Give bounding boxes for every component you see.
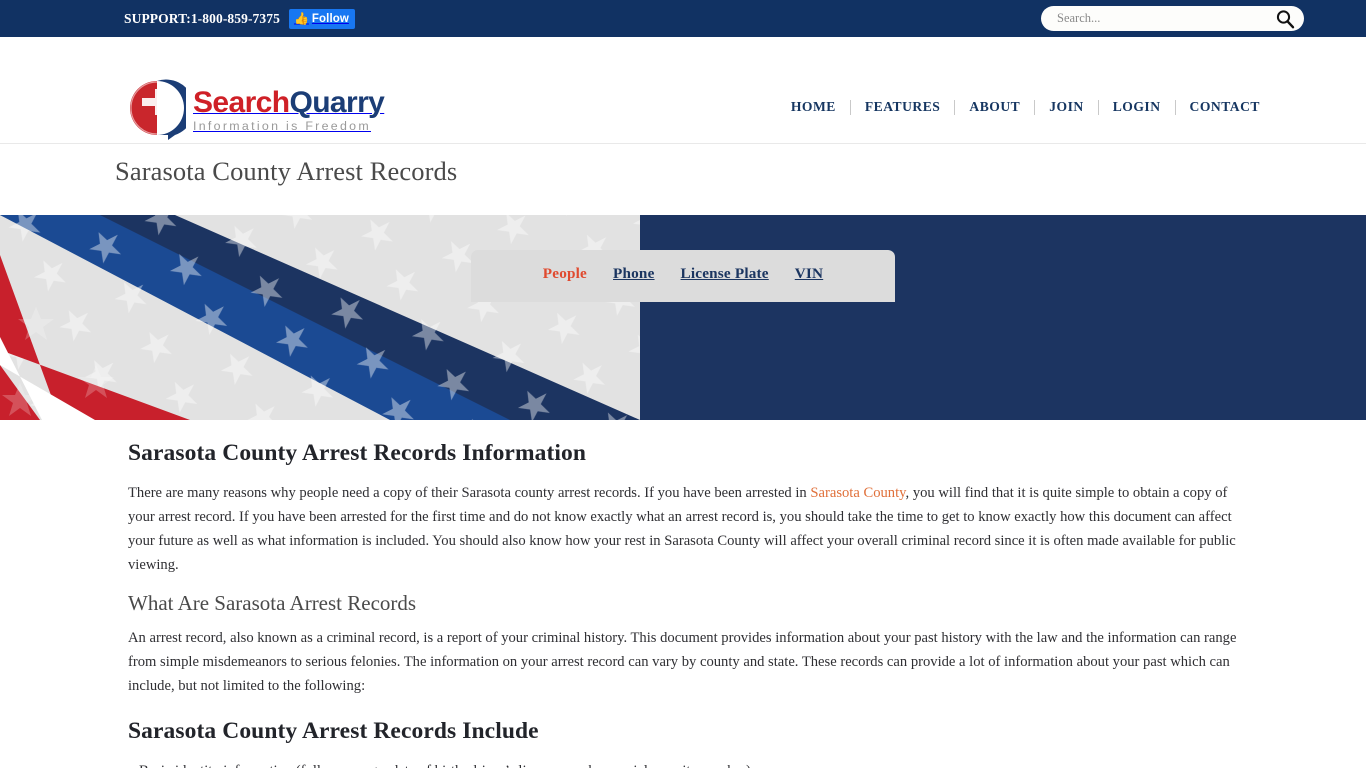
logo-tagline: Information is Freedom <box>193 118 371 133</box>
tab-license-plate[interactable]: License Plate <box>681 265 769 283</box>
nav-item-about[interactable]: ABOUT <box>955 99 1034 115</box>
support-phone-text: SUPPORT:1-800-859-7375 <box>124 10 280 26</box>
top-support-bar: SUPPORT:1-800-859-7375 👍 Follow <box>0 0 1366 37</box>
nav-item-join[interactable]: JOIN <box>1035 99 1097 115</box>
section-heading-records-include: Sarasota County Arrest Records Include <box>128 718 539 744</box>
facebook-follow-label: Follow <box>311 12 349 25</box>
searchquarry-emblem-icon <box>128 79 195 141</box>
site-header: SearchQuarry Information is Freedom HOME… <box>0 37 1366 144</box>
sarasota-county-link[interactable]: Sarasota County <box>810 485 905 501</box>
nav-item-home[interactable]: HOME <box>777 99 850 115</box>
page-title: Sarasota County Arrest Records <box>115 156 458 186</box>
search-input[interactable] <box>1055 10 1274 27</box>
main-navigation: HOME FEATURES ABOUT JOIN LOGIN CONTACT <box>777 99 1274 115</box>
main-content: Sarasota County Arrest Records Informati… <box>0 440 1366 768</box>
tab-phone[interactable]: Phone <box>613 265 655 283</box>
page-title-section: Sarasota County Arrest Records <box>0 144 1366 215</box>
search-icon[interactable] <box>1274 8 1296 30</box>
search-type-tabs: People Phone License Plate VIN <box>471 250 895 302</box>
section-heading-information: Sarasota County Arrest Records Informati… <box>128 440 587 466</box>
section-heading-what-are-records: What Are Sarasota Arrest Records <box>128 591 417 615</box>
site-logo[interactable]: SearchQuarry Information is Freedom <box>128 79 385 141</box>
definition-paragraph: An arrest record, also known as a crimin… <box>128 630 1237 694</box>
support-group: SUPPORT:1-800-859-7375 👍 Follow <box>124 8 355 29</box>
logo-word-quarry: Quarry <box>289 85 385 119</box>
nav-item-contact[interactable]: CONTACT <box>1176 99 1274 115</box>
site-search-box[interactable] <box>1041 6 1304 31</box>
flag-background-graphic <box>0 215 640 420</box>
records-include-list: – Basic identity information (full name,… <box>128 759 1238 768</box>
nav-item-features[interactable]: FEATURES <box>851 99 955 115</box>
logo-word-search: Search <box>193 85 290 119</box>
facebook-follow-button[interactable]: 👍 Follow <box>288 8 355 29</box>
tab-vin[interactable]: VIN <box>795 265 823 283</box>
intro-paragraph: There are many reasons why people need a… <box>128 481 1238 577</box>
logo-wordmark: SearchQuarry Information is Freedom <box>193 85 385 133</box>
tab-people[interactable]: People <box>543 265 587 283</box>
intro-text-part-1: There are many reasons why people need a… <box>128 485 811 501</box>
thumbs-up-icon: 👍 <box>293 11 309 25</box>
hero-search-section: People Phone License Plate VIN Record Ty… <box>0 215 1366 420</box>
list-item: – Basic identity information (full name,… <box>128 759 1238 768</box>
nav-item-login[interactable]: LOGIN <box>1099 99 1175 115</box>
